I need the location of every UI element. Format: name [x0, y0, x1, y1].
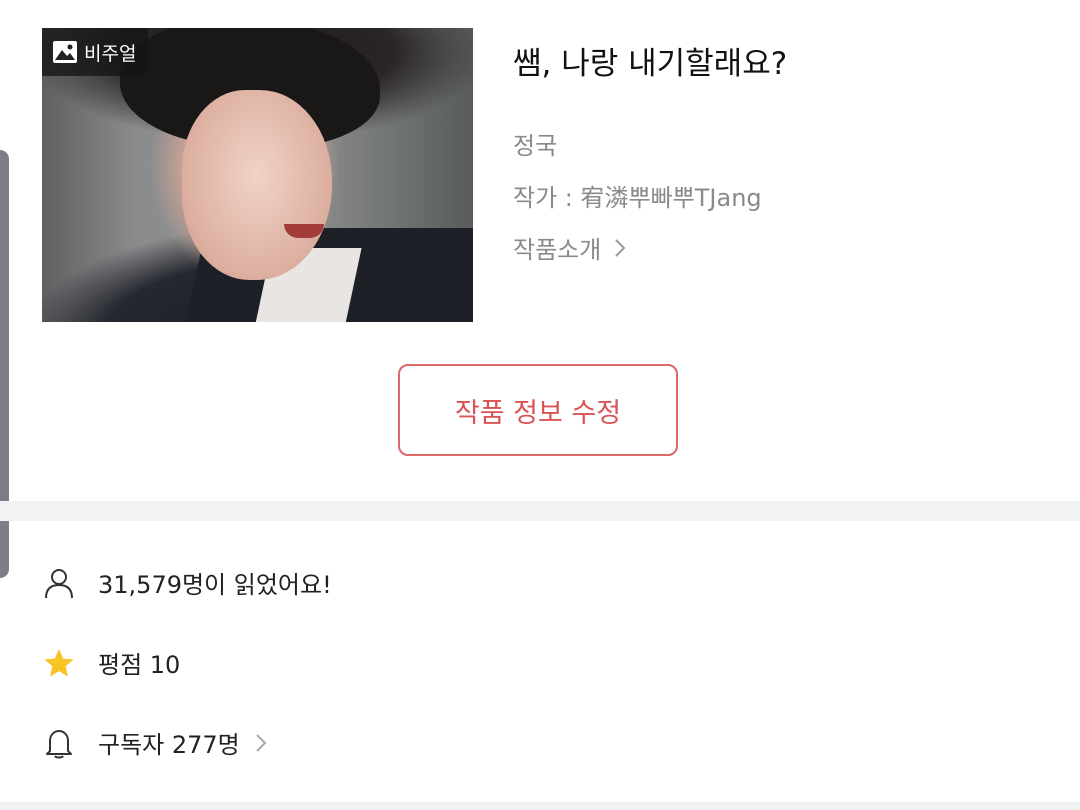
star-icon — [42, 646, 76, 680]
visual-badge: 비주얼 — [42, 28, 149, 76]
bottom-divider — [0, 802, 1080, 810]
rating-row: 평점 10 — [42, 645, 180, 680]
subscribers-row[interactable]: 구독자 277명 — [42, 725, 268, 760]
chevron-right-icon — [254, 732, 268, 754]
cover-face — [182, 90, 332, 280]
visual-badge-label: 비주얼 — [84, 42, 137, 65]
intro-label: 작품소개 — [513, 236, 602, 264]
edit-work-info-button[interactable]: 작품 정보 수정 — [398, 364, 678, 456]
rating-text: 평점 10 — [98, 651, 181, 679]
cover-image[interactable]: 비주얼 — [42, 28, 473, 322]
readers-row: 31,579명이 읽었어요! — [42, 565, 332, 600]
person-icon — [42, 566, 76, 600]
section-divider — [0, 501, 1080, 521]
author-line[interactable]: 작가 : 宥潾뿌빠뿌TJang — [513, 178, 762, 213]
readers-text: 31,579명이 읽었어요! — [98, 571, 332, 599]
chevron-right-icon — [615, 238, 626, 257]
work-title: 쌤, 나랑 내기할래요? — [513, 46, 788, 82]
edit-work-info-label: 작품 정보 수정 — [454, 397, 622, 429]
image-icon — [53, 41, 77, 63]
bell-icon — [42, 726, 76, 760]
character-name: 정국 — [513, 132, 558, 160]
intro-link[interactable]: 작품소개 — [513, 230, 627, 265]
subscribers-text: 구독자 277명 — [98, 731, 240, 759]
